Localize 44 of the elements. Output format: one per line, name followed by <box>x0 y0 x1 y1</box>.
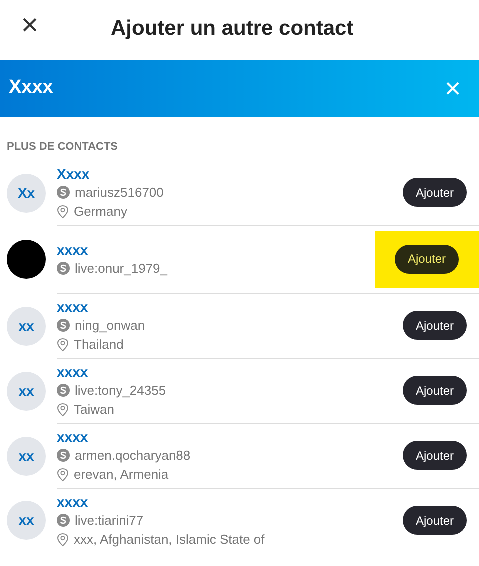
location-pin-icon <box>57 402 69 416</box>
location-pin-icon <box>57 468 69 482</box>
avatar: xx <box>7 306 46 346</box>
window-title: Ajouter un autre contact <box>111 16 354 42</box>
skype-id: ning_onwan <box>75 318 146 334</box>
skype-icon <box>57 514 70 527</box>
skype-icon <box>57 319 70 332</box>
avatar-image <box>7 240 46 279</box>
add-button[interactable]: Ajouter <box>402 506 467 535</box>
location-pin-icon <box>57 338 69 352</box>
add-button[interactable]: Ajouter <box>402 178 467 207</box>
contact-name[interactable]: xxxx <box>57 364 403 380</box>
location-text: xxx, Afghanistan, Islamic State of <box>74 532 265 548</box>
add-button[interactable]: Ajouter <box>394 244 459 274</box>
skype-icon <box>57 449 70 462</box>
location-text: Taiwan <box>74 402 114 418</box>
section-label: PLUS DE CONTACTS <box>7 140 120 155</box>
skype-id: live:tony_24355 <box>75 382 166 398</box>
skype-icon <box>57 262 70 275</box>
location-text: erevan, Armenia <box>74 466 169 482</box>
location-text: Thailand <box>74 336 124 352</box>
add-button[interactable]: Ajouter <box>402 376 467 405</box>
contact-name[interactable]: Xxxx <box>57 166 403 182</box>
avatar: Xx <box>7 174 46 212</box>
location-pin-icon <box>57 204 69 218</box>
skype-icon <box>57 186 70 199</box>
location-text: Germany <box>74 204 128 220</box>
skype-id: mariusz516700 <box>75 184 164 200</box>
skype-id: live:tiarini77 <box>75 512 144 528</box>
avatar: xx <box>7 372 46 410</box>
skype-id: live:onur_1979_ <box>75 260 168 276</box>
avatar: xx <box>7 501 46 540</box>
skype-id: armen.qocharyan88 <box>75 448 191 464</box>
add-button[interactable]: Ajouter <box>402 311 467 340</box>
contact-name[interactable]: xxxx <box>57 428 403 444</box>
contact-name[interactable]: xxxx <box>57 242 375 258</box>
location-pin-icon <box>57 532 69 546</box>
contact-name[interactable]: xxxx <box>57 494 403 510</box>
search-field[interactable]: Xxxx × <box>0 60 479 117</box>
skype-icon <box>57 384 70 397</box>
avatar: xx <box>7 436 46 476</box>
add-button[interactable]: Ajouter <box>402 441 467 470</box>
contact-name[interactable]: xxxx <box>57 298 403 314</box>
close-button[interactable]: × <box>16 12 44 40</box>
